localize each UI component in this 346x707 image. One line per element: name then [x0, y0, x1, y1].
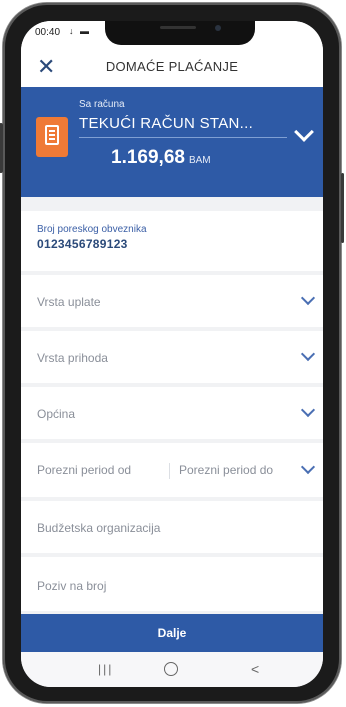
chevron-down-icon[interactable]	[300, 459, 316, 475]
status-time: 00:40	[35, 27, 61, 38]
system-nav-bar: ||| <	[21, 652, 323, 687]
phone-frame: 00:40 ↓ ▬ ✕ DOMAĆE PLAĆANJE Sa računa TE…	[0, 3, 344, 703]
app-screen: 00:40 ↓ ▬ ✕ DOMAĆE PLAĆANJE Sa računa TE…	[21, 21, 323, 687]
chevron-down-icon	[300, 402, 316, 418]
tax-id-field[interactable]: Broj poreskog obveznika 0123456789123	[21, 211, 323, 271]
front-camera-icon	[215, 25, 221, 31]
balance-value: 1.169,68	[111, 147, 185, 168]
chevron-down-icon[interactable]	[294, 122, 314, 142]
period-divider	[169, 463, 170, 479]
income-type-placeholder: Vrsta prihoda	[37, 351, 108, 365]
tax-period-row: Porezni period od Porezni period do	[21, 443, 323, 497]
reference-number-input[interactable]: Poziv na broj	[21, 557, 323, 611]
camera-notch	[105, 21, 255, 45]
speaker-grille	[160, 26, 196, 29]
account-from-label: Sa računa	[79, 99, 125, 110]
document-icon	[36, 117, 68, 157]
municipality-placeholder: Općina	[37, 407, 76, 421]
chevron-down-icon	[300, 290, 316, 306]
tax-id-label: Broj poreskog obveznika	[37, 224, 147, 235]
status-icons: ↓ ▬	[69, 26, 92, 36]
budget-organization-placeholder: Budžetska organizacija	[37, 521, 161, 535]
budget-organization-input[interactable]: Budžetska organizacija	[21, 501, 323, 553]
reference-number-placeholder: Poziv na broj	[37, 579, 107, 593]
balance-currency: BAM	[188, 155, 211, 166]
next-button[interactable]: Dalje	[21, 614, 323, 652]
account-selector[interactable]: Sa računa TEKUĆI RAČUN STAN... 1.169,68 B…	[21, 87, 323, 197]
app-bar: ✕ DOMAĆE PLAĆANJE	[21, 45, 323, 87]
chevron-down-icon	[300, 346, 316, 362]
income-type-select[interactable]: Vrsta prihoda	[21, 331, 323, 383]
back-icon[interactable]: <	[251, 661, 259, 677]
next-button-label: Dalje	[157, 626, 187, 640]
payment-type-placeholder: Vrsta uplate	[37, 295, 101, 309]
account-underline	[79, 137, 287, 138]
tax-id-value: 0123456789123	[37, 237, 128, 251]
municipality-select[interactable]: Općina	[21, 387, 323, 439]
period-to-select[interactable]: Porezni period do	[179, 463, 273, 477]
account-name: TEKUĆI RAČUN STAN...	[79, 115, 254, 132]
payment-type-select[interactable]: Vrsta uplate	[21, 275, 323, 327]
page-title: DOMAĆE PLAĆANJE	[105, 59, 239, 74]
account-balance: 1.169,68 BAM	[111, 147, 211, 169]
recent-apps-icon[interactable]: |||	[98, 662, 113, 676]
period-from-select[interactable]: Porezni period od	[37, 463, 131, 477]
home-icon[interactable]	[164, 662, 178, 676]
